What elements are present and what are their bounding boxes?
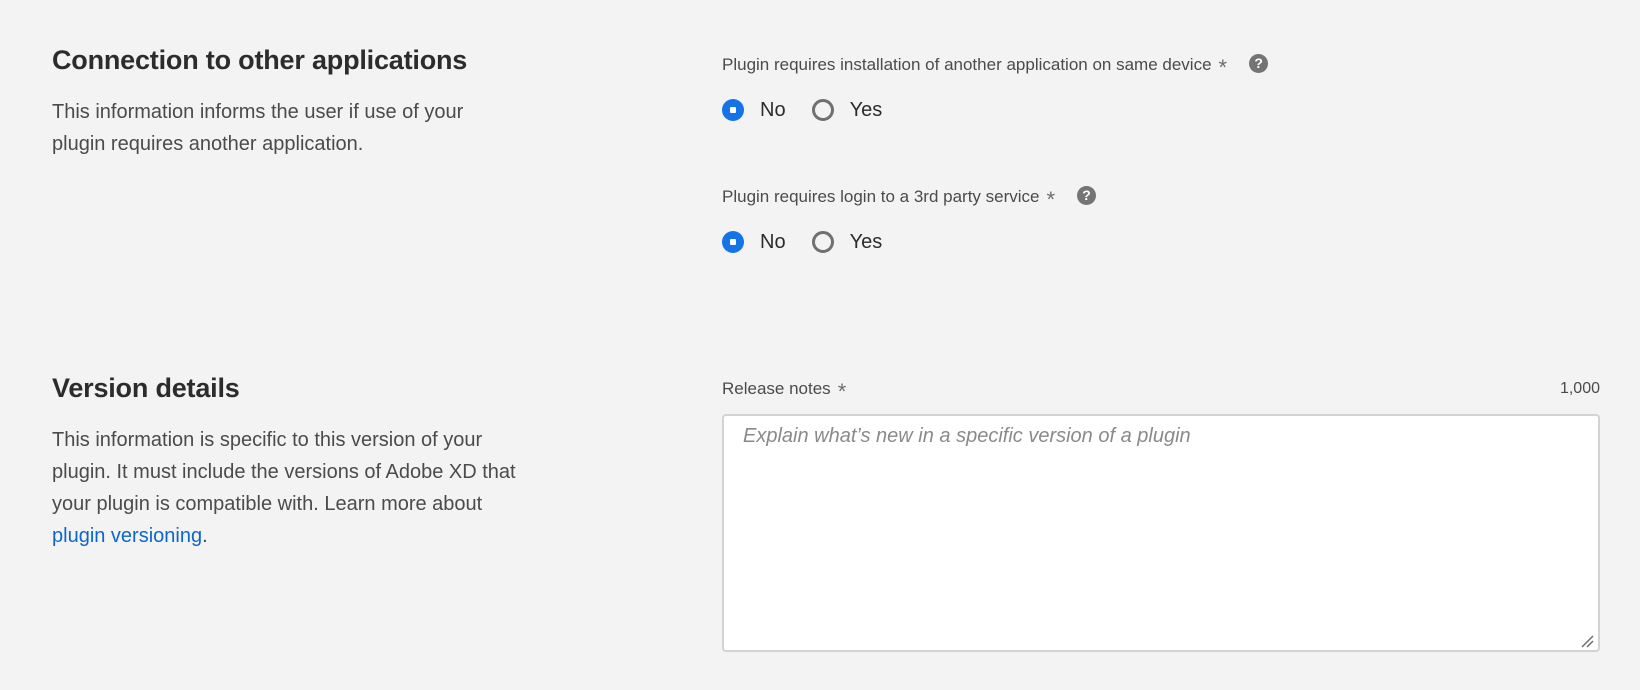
radio-label-yes[interactable]: Yes <box>850 231 883 254</box>
requires-login-label-row: Plugin requires login to a 3rd party ser… <box>722 184 1600 212</box>
requires-other-app-label: Plugin requires installation of another … <box>722 55 1212 74</box>
requires-other-app-label-row: Plugin requires installation of another … <box>722 52 1600 80</box>
release-notes-field: Release notes * 1,000 <box>722 376 1600 676</box>
help-question-icon[interactable]: ? <box>1249 53 1269 73</box>
requires-other-app-option-no[interactable]: No <box>722 99 786 122</box>
plugin-versioning-link[interactable]: plugin versioning <box>52 525 202 547</box>
required-asterisk-icon: * <box>837 379 847 404</box>
requires-other-app-option-yes[interactable]: Yes <box>811 99 883 122</box>
radio-label-no[interactable]: No <box>760 231 786 254</box>
requires-login-radio-group: No Yes <box>722 228 1600 256</box>
requires-login-label: Plugin requires login to a 3rd party ser… <box>722 187 1040 206</box>
connection-section-description: This information informs the user if use… <box>52 101 464 156</box>
requires-other-app-field: Plugin requires installation of another … <box>722 52 1600 124</box>
requires-login-option-no[interactable]: No <box>722 231 786 254</box>
connection-section-title: Connection to other applications <box>52 45 468 75</box>
requires-other-app-radio-group: No Yes <box>722 96 1600 124</box>
help-question-icon[interactable]: ? <box>1077 185 1097 205</box>
connection-intro: Connection to other applications This in… <box>52 44 522 160</box>
version-description-period: . <box>202 525 208 548</box>
requires-login-field: Plugin requires login to a 3rd party ser… <box>722 184 1600 256</box>
radio-label-yes[interactable]: Yes <box>850 99 883 122</box>
version-description-text: This information is specific to this ver… <box>52 429 516 516</box>
version-intro: Version details This information is spec… <box>52 372 522 552</box>
plugin-details-page: Connection to other applications This in… <box>0 0 1640 690</box>
requires-login-option-yes[interactable]: Yes <box>811 231 883 254</box>
radio-unchecked-icon[interactable] <box>811 99 834 121</box>
release-notes-char-count: 1,000 <box>1559 380 1600 397</box>
release-notes-textarea[interactable] <box>722 414 1600 652</box>
release-notes-label-row: Release notes * <box>722 376 1600 404</box>
required-asterisk-icon: * <box>1218 55 1228 80</box>
resize-handle-icon[interactable] <box>1580 634 1594 648</box>
radio-checked-icon[interactable] <box>722 99 744 121</box>
radio-unchecked-icon[interactable] <box>811 231 834 253</box>
version-section-title: Version details <box>52 373 240 403</box>
release-notes-label: Release notes <box>722 379 831 398</box>
required-asterisk-icon: * <box>1046 187 1056 212</box>
version-section-description: This information is specific to this ver… <box>52 424 522 552</box>
radio-checked-icon[interactable] <box>722 231 744 253</box>
radio-label-no[interactable]: No <box>760 99 786 122</box>
